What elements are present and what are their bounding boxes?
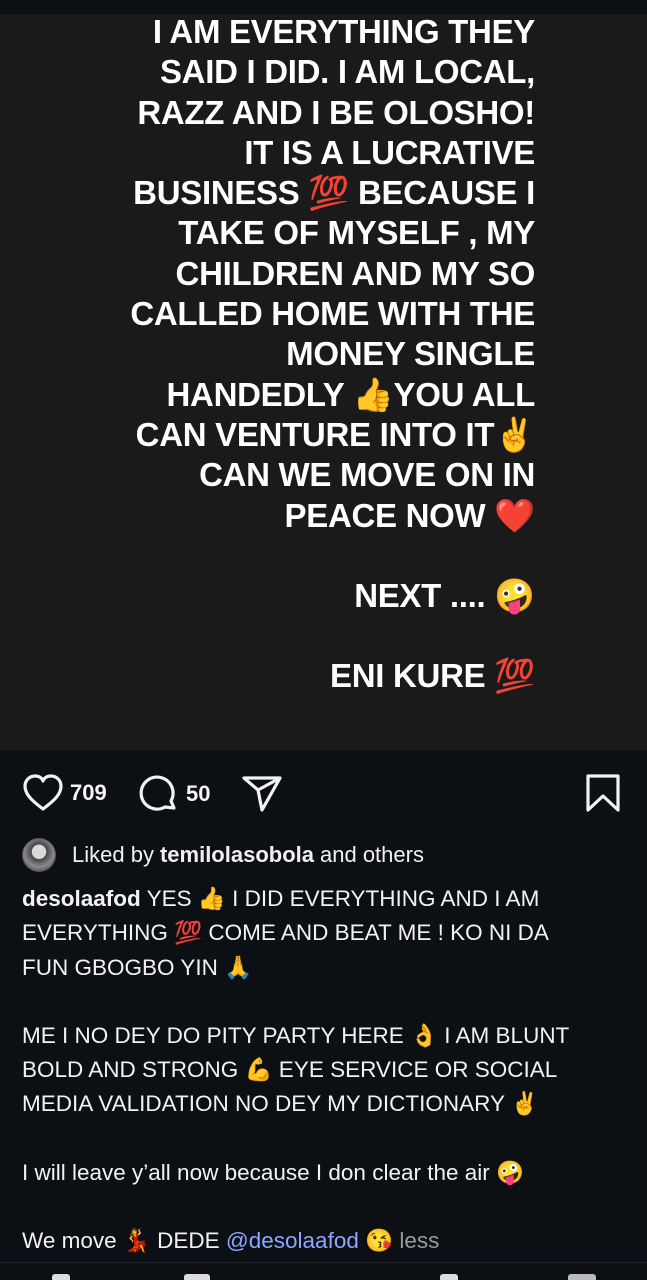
liked-by-suffix[interactable]: and others [320,842,424,868]
caption-less-link[interactable]: less [399,1228,439,1253]
like-count: 709 [70,780,107,805]
comment-icon[interactable] [138,773,180,815]
liked-by-user[interactable]: temilolasobola [160,842,314,868]
story-next: NEXT .... 🤪 [354,576,535,614]
caption-line: BOLD AND STRONG 💪 EYE SERVICE OR SOCIAL [22,1057,558,1083]
heart-icon[interactable] [22,773,64,813]
caption-username[interactable]: desolaafod [22,886,141,911]
post-caption: desolaafod YES 👍 I DID EVERYTHING AND I … [22,882,627,1258]
caption-line: EVERYTHING 💯 COME AND BEAT ME ! KO NI DA [22,920,549,946]
story-line: HANDEDLY 👍YOU ALL [166,375,536,413]
caption-line: MEDIA VALIDATION NO DEY MY DICTIONARY ✌️ [22,1091,539,1117]
story-line: SAID I DID. I AM LOCAL, [159,53,535,91]
caption-mention-link[interactable]: @desolaafod [226,1228,359,1253]
like-button[interactable]: 709 [22,773,107,813]
share-button[interactable] [240,773,284,813]
story-line: RAZZ AND I BE OLOSHO! [137,93,535,131]
comment-button[interactable]: 50 [138,773,210,815]
comment-count: 50 [186,781,211,806]
save-button[interactable] [584,773,622,813]
story-line: CALLED HOME WITH THE [130,295,535,333]
profile-avatar-icon[interactable] [568,1274,596,1280]
caption-line: We move 💃 DEDE @desolaafod 😘 less [22,1224,627,1258]
home-icon[interactable] [52,1274,70,1280]
share-icon[interactable] [240,773,284,813]
caption-text: We move 💃 DEDE [22,1228,226,1254]
reels-icon[interactable] [440,1274,458,1280]
caption-line: desolaafod YES 👍 I DID EVERYTHING AND I … [22,882,627,916]
caption-line: FUN GBOGBO YIN 🙏 [22,954,253,980]
caption-emoji: 😘 [358,1228,400,1254]
story-eni-kure: ENI KURE 💯 [330,657,535,695]
liked-by-prefix: Liked by [72,842,154,867]
liked-by-row: Liked by temilolasobola and others [22,838,424,872]
story-line: CAN WE MOVE ON IN [199,456,535,494]
story-line: CHILDREN AND MY SO [175,254,536,292]
caption-line: I will leave y’all now because I don cle… [22,1159,525,1185]
search-icon[interactable] [184,1274,210,1280]
story-line: IT IS A LUCRATIVE [244,133,535,171]
bookmark-icon[interactable] [584,773,622,813]
story-text: I AM EVERYTHING THEY SAID I DID. I AM LO… [35,12,535,696]
avatar[interactable] [22,838,56,872]
story-line: MONEY SINGLE [286,335,535,373]
story-line: PEACE NOW ❤️ [284,496,536,534]
caption-line: ME I NO DEY DO PITY PARTY HERE 👌 I AM BL… [22,1022,570,1048]
story-image: I AM EVERYTHING THEY SAID I DID. I AM LO… [0,0,647,750]
story-line: CAN VENTURE INTO IT✌️ [135,415,536,453]
story-line: I AM EVERYTHING THEY [152,13,535,50]
caption-text: YES 👍 I DID EVERYTHING AND I AM [140,886,540,911]
story-line: BUSINESS 💯 BECAUSE I [133,174,535,212]
story-line: TAKE OF MYSELF , MY [178,214,535,252]
bottom-nav-bar [0,1262,647,1280]
